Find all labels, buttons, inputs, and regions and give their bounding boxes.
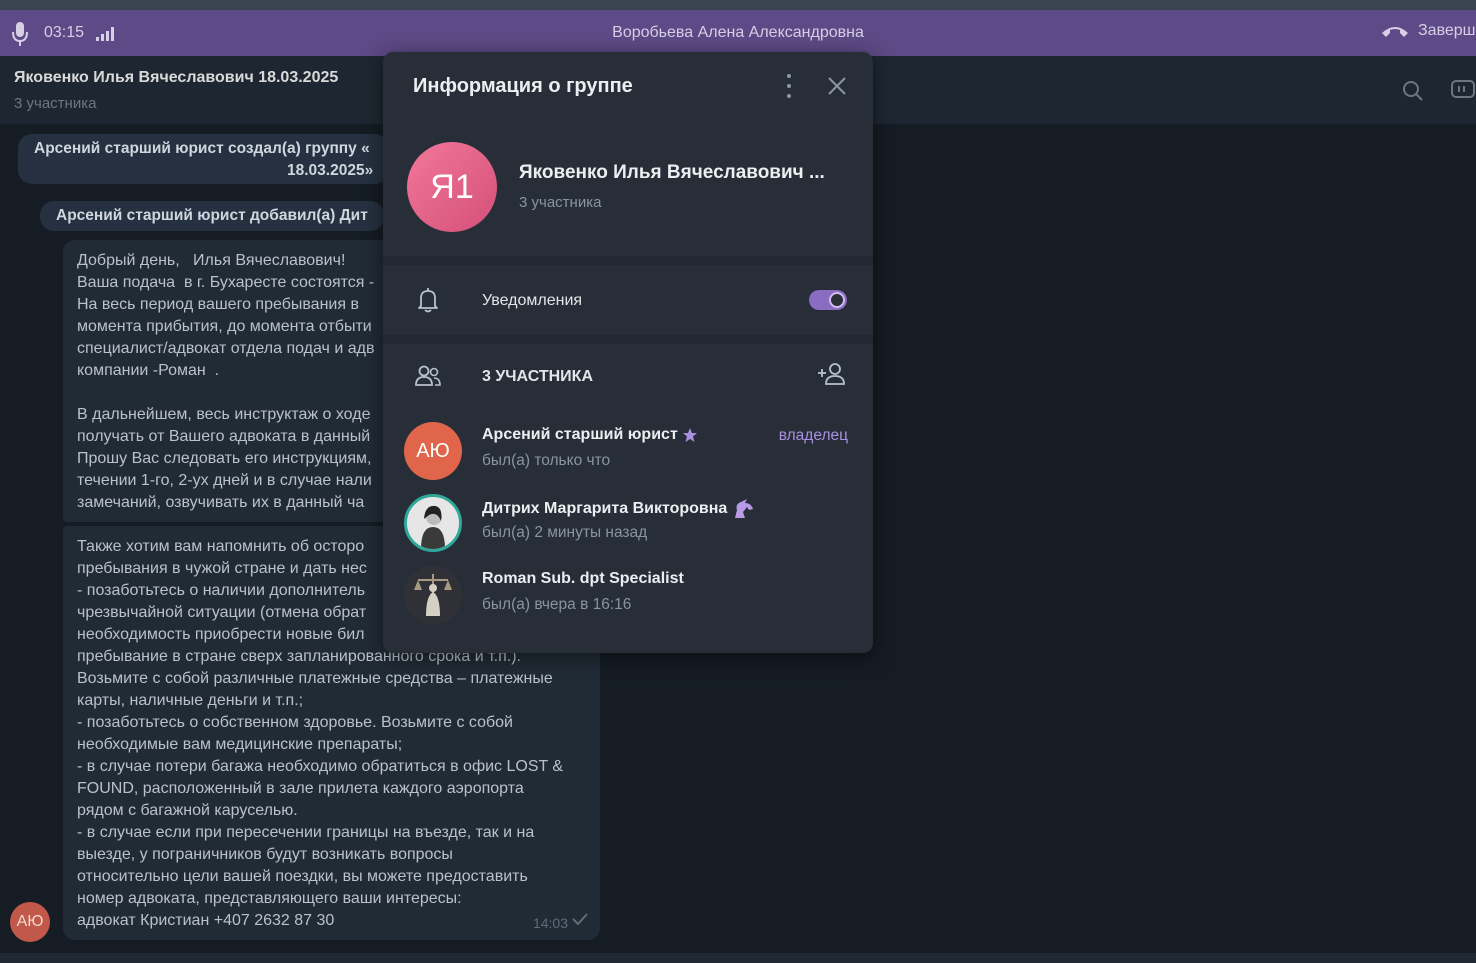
member-status: был(а) 2 минуты назад <box>482 524 648 541</box>
message-text-line: необходимые вам медицинские препараты; <box>77 736 403 753</box>
message-text-line: получать от Вашего адвоката в данный <box>77 428 371 445</box>
unicorn-emoji-icon <box>735 499 754 518</box>
message-text-line: относительно цели вашей поездки, вы може… <box>77 868 528 885</box>
window-top-strip <box>0 0 1476 10</box>
member-name: Дитрих Маргарита Викторовна <box>482 498 755 520</box>
message-text-line: На весь период вашего пребывания в <box>77 296 359 313</box>
section-divider <box>383 256 873 265</box>
member-role-badge: владелец <box>778 427 848 444</box>
member-name-text: Дитрих Маргарита Викторовна <box>482 500 728 517</box>
group-avatar[interactable]: Я1 <box>407 142 497 232</box>
message-text-line: В дальнейшем, весь инструктаж о ходе <box>77 406 371 423</box>
service-message-created: Арсений старший юрист создал(а) группу «… <box>18 134 390 184</box>
search-icon[interactable] <box>1402 80 1424 107</box>
message-text-line: рядом с багажной каруселью. <box>77 802 298 819</box>
message-text-line: - в случае потери багажа необходимо обра… <box>77 758 564 775</box>
message-text-line: Возьмите с собой различные платежные сре… <box>77 670 553 687</box>
call-contact-name[interactable]: Воробьева Алена Александровна <box>0 24 1476 42</box>
member-avatar[interactable] <box>404 566 462 624</box>
member-row[interactable]: Roman Sub. dpt Specialist был(а) вчера в… <box>383 562 873 632</box>
hang-up-icon <box>1382 27 1408 37</box>
service-message-text: 18.03.2025» <box>287 162 374 179</box>
message-text-line: - в случае если при пересечении границы … <box>77 824 535 841</box>
message-text-line: компании -Роман . <box>77 362 220 379</box>
message-text-line: момента прибытия, до момента отбыти <box>77 318 372 335</box>
message-input-strip[interactable] <box>0 953 1476 963</box>
member-status: был(а) вчера в 16:16 <box>482 596 632 613</box>
member-row[interactable]: Дитрих Маргарита Викторовна был(а) 2 мин… <box>383 490 873 560</box>
message-text-line: адвокат Кристиан +407 2632 87 30 <box>77 912 335 929</box>
message-text-line: - позаботьтесь о собственном здоровье. В… <box>77 714 513 731</box>
message-text-line: номер адвоката, представляющего ваши инт… <box>77 890 462 907</box>
users-icon <box>414 365 442 392</box>
chat-title[interactable]: Яковенко Илья Вячеславович 18.03.2025 <box>14 69 338 87</box>
message-time: 14:03 <box>532 915 568 931</box>
message-text-line: Ваша подача в г. Бухаресте состоятся - <box>77 274 375 291</box>
read-check-icon <box>572 910 588 932</box>
message-bubble[interactable]: Добрый день, Илья Вячеславович! Ваша пода… <box>63 240 393 522</box>
member-avatar[interactable] <box>404 494 462 552</box>
message-text-line: выезде, у пограничников будут возникать … <box>77 846 453 863</box>
message-text-line <box>77 382 379 404</box>
message-text-line: FOUND, расположенный в зале прилета кажд… <box>77 780 524 797</box>
add-member-icon[interactable] <box>817 362 847 391</box>
member-avatar[interactable]: АЮ <box>404 422 462 480</box>
bell-icon <box>417 287 439 318</box>
sender-avatar[interactable]: АЮ <box>10 902 50 942</box>
more-options-icon[interactable] <box>785 74 793 98</box>
end-call-button[interactable]: Заверш <box>1380 22 1476 40</box>
notifications-toggle[interactable] <box>809 290 847 310</box>
toggle-knob <box>829 292 845 308</box>
member-name: Арсений старший юрист <box>482 426 698 444</box>
close-icon[interactable] <box>827 76 847 101</box>
group-name: Яковенко Илья Вячеславович ... <box>519 162 825 183</box>
group-info-dialog: Информация о группе Я1 Яковенко Илья Вяч… <box>383 52 873 653</box>
end-call-label: Заверш <box>1418 22 1476 39</box>
active-call-bar[interactable]: 03:15 Воробьева Алена Александровна Заве… <box>0 10 1476 56</box>
star-icon <box>682 428 697 442</box>
member-row[interactable]: АЮ Арсений старший юрист был(а) только ч… <box>383 418 873 488</box>
message-text-line: специалист/адвокат отдела подач и адв <box>77 340 375 357</box>
message-text-line: карты, наличные деньги и т.п.; <box>77 692 304 709</box>
group-member-count: 3 участника <box>519 194 602 211</box>
message-text-line: замечаний, озвучивать их в данный ча <box>77 494 365 511</box>
member-name: Roman Sub. dpt Specialist <box>482 570 684 588</box>
message-text-line: течении 1-го, 2-ух дней и в случае нали <box>77 472 372 489</box>
chat-member-count[interactable]: 3 участника <box>14 95 96 112</box>
service-message-added: Арсений старший юрист добавил(а) Дит <box>40 201 384 231</box>
dialog-title: Информация о группе <box>413 75 633 97</box>
section-divider <box>383 335 873 344</box>
service-message-text: Арсений старший юрист создал(а) группу « <box>34 140 370 157</box>
member-status: был(а) только что <box>482 452 611 469</box>
member-name-text: Арсений старший юрист <box>482 426 678 443</box>
message-text-line: Прошу Вас следовать его инструкциям, <box>77 450 372 467</box>
member-name-text: Roman Sub. dpt Specialist <box>482 570 684 587</box>
members-header: 3 УЧАСТНИКА <box>482 368 593 385</box>
service-message-text: Арсений старший юрист добавил(а) Дит <box>56 207 368 224</box>
message-text-line: Добрый день, Илья Вячеславович! <box>77 252 346 269</box>
comments-icon[interactable] <box>1450 78 1476 109</box>
notifications-label: Уведомления <box>482 292 583 309</box>
